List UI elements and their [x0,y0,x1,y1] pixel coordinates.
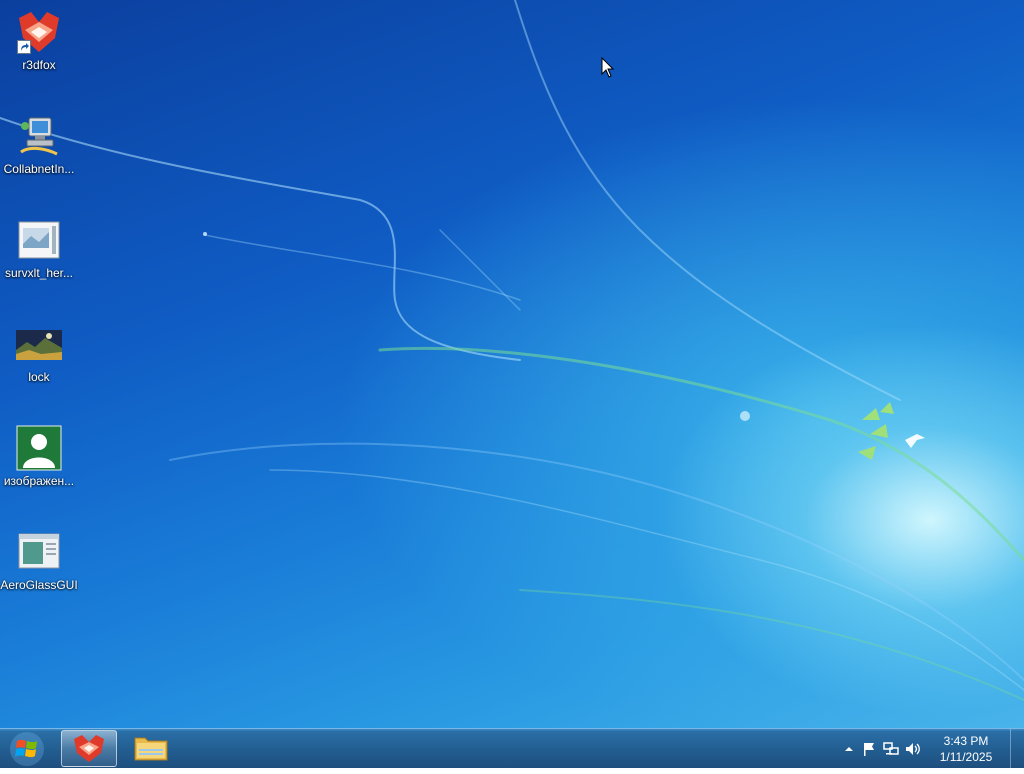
user-avatar-icon [15,424,63,472]
taskbar-button-explorer[interactable] [123,730,179,767]
system-tray: 3:43 PM 1/11/2025 [834,729,1024,769]
action-center-flag-icon[interactable] [860,740,878,758]
desktop-icon-survxlt[interactable]: survxlt_her... [0,216,78,280]
wallpaper-art [0,0,1024,701]
windows-logo-icon [10,732,44,766]
taskbar-button-r3dfox[interactable] [61,730,117,767]
computer-network-icon [15,112,63,160]
desktop-icon-label: изображен... [3,474,75,488]
show-desktop-button[interactable] [1010,729,1024,769]
desktop-icon-label: AeroGlassGUI [0,578,78,592]
clock[interactable]: 3:43 PM 1/11/2025 [930,733,1002,765]
desktop-icon-label: r3dfox [22,58,56,72]
volume-icon[interactable] [904,740,922,758]
document-image-icon [15,216,63,264]
start-button[interactable] [0,729,54,769]
mouse-cursor-icon [601,57,615,78]
desktop-icon-image[interactable]: изображен... [0,424,78,488]
r3dfox-icon [15,8,63,56]
shortcut-arrow-icon [17,40,31,54]
desktop-icon-label: lock [28,370,50,384]
r3dfox-icon [74,735,104,762]
clock-date: 1/11/2025 [939,750,993,764]
clock-time: 3:43 PM [943,734,989,748]
desktop-icon-lock[interactable]: lock [0,320,78,384]
desktop-icon-label: survxlt_her... [4,266,74,280]
desktop-icon-collabnet[interactable]: CollabnetIn... [0,112,78,176]
app-window-icon [15,528,63,576]
show-hidden-icons-arrow[interactable] [840,740,858,758]
landscape-image-icon [15,320,63,368]
desktop-icon-aeroglassgui[interactable]: AeroGlassGUI [0,528,78,592]
desktop-icon-label: CollabnetIn... [3,162,75,176]
desktop-icon-r3dfox[interactable]: r3dfox [0,8,78,72]
taskbar: 3:43 PM 1/11/2025 [0,728,1024,769]
desktop[interactable]: r3dfox CollabnetIn... survxlt_her... loc… [0,0,1024,728]
folder-icon [134,737,168,761]
network-icon[interactable] [882,740,900,758]
